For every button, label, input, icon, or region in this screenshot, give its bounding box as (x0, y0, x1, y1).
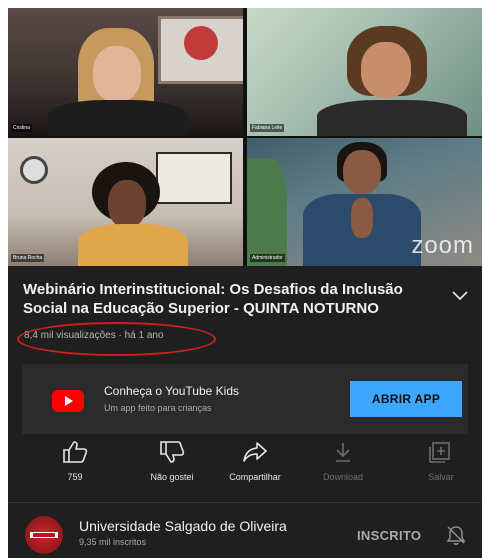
person-face (93, 46, 141, 102)
participant-tile-1: Cristina (8, 8, 243, 136)
dislike-button[interactable]: Não gostei (127, 440, 217, 482)
download-button[interactable]: Download (298, 440, 388, 482)
save-button[interactable]: Salvar (396, 440, 482, 482)
dislike-label: Não gostei (150, 472, 194, 482)
person-body (78, 224, 188, 266)
share-label: Compartilhar (229, 472, 281, 482)
bell-off-icon[interactable] (445, 524, 467, 551)
participant-name: Administrador (250, 254, 285, 262)
video-title[interactable]: Webinário Interinstitucional: Os Desafio… (23, 280, 443, 318)
youtube-watch-page: Cristina Fabiana Leite Bruna Rocha Admin… (8, 8, 482, 558)
participant-name: Bruna Rocha (11, 254, 45, 262)
channel-avatar[interactable] (25, 516, 63, 554)
save-label: Salvar (428, 472, 454, 482)
download-icon (336, 443, 350, 462)
person-body (317, 100, 467, 136)
person-hands (351, 198, 373, 238)
participant-tile-3: Bruna Rocha (8, 138, 243, 266)
zoom-watermark: zoom (411, 232, 474, 259)
divider (8, 502, 482, 503)
participant-name: Cristina (11, 124, 32, 132)
thumbs-down-icon (160, 441, 185, 463)
person-face (343, 150, 381, 194)
wall-clock (20, 156, 48, 184)
plant (247, 158, 287, 266)
like-button[interactable]: 759 (30, 440, 120, 482)
video-player[interactable]: Cristina Fabiana Leite Bruna Rocha Admin… (8, 8, 482, 266)
save-icon (429, 442, 450, 463)
share-icon (243, 442, 267, 462)
person-face (361, 42, 411, 98)
youtube-logo-icon (52, 390, 84, 417)
share-button[interactable]: Compartilhar (210, 440, 300, 482)
person-body (48, 100, 188, 136)
highlight-annotation (17, 322, 216, 356)
banner-title: Conheça o YouTube Kids (104, 384, 239, 398)
channel-name[interactable]: Universidade Salgado de Oliveira (79, 518, 287, 534)
action-bar: 759 Não gostei Compartilhar Download Sal… (8, 440, 482, 500)
avatar-logo-text (33, 533, 55, 537)
participant-tile-2: Fabiana Leite (247, 8, 482, 136)
download-label: Download (322, 472, 364, 482)
like-count: 759 (67, 472, 83, 482)
chevron-down-icon[interactable] (452, 288, 468, 306)
thumbs-up-icon (63, 441, 88, 463)
open-app-button[interactable]: ABRIR APP (350, 381, 462, 417)
participant-tile-4: Administrador zoom (247, 138, 482, 266)
wall-logo (184, 26, 218, 60)
person-face (108, 180, 146, 228)
subscriber-count: 9,35 mil inscritos (79, 537, 147, 547)
youtube-kids-banner[interactable]: Conheça o YouTube Kids Um app feito para… (22, 364, 468, 434)
participant-name: Fabiana Leite (250, 124, 285, 132)
wall-picture (156, 152, 232, 204)
subscribed-button[interactable]: INSCRITO (357, 528, 421, 543)
banner-subtitle: Um app feito para crianças (104, 403, 212, 413)
